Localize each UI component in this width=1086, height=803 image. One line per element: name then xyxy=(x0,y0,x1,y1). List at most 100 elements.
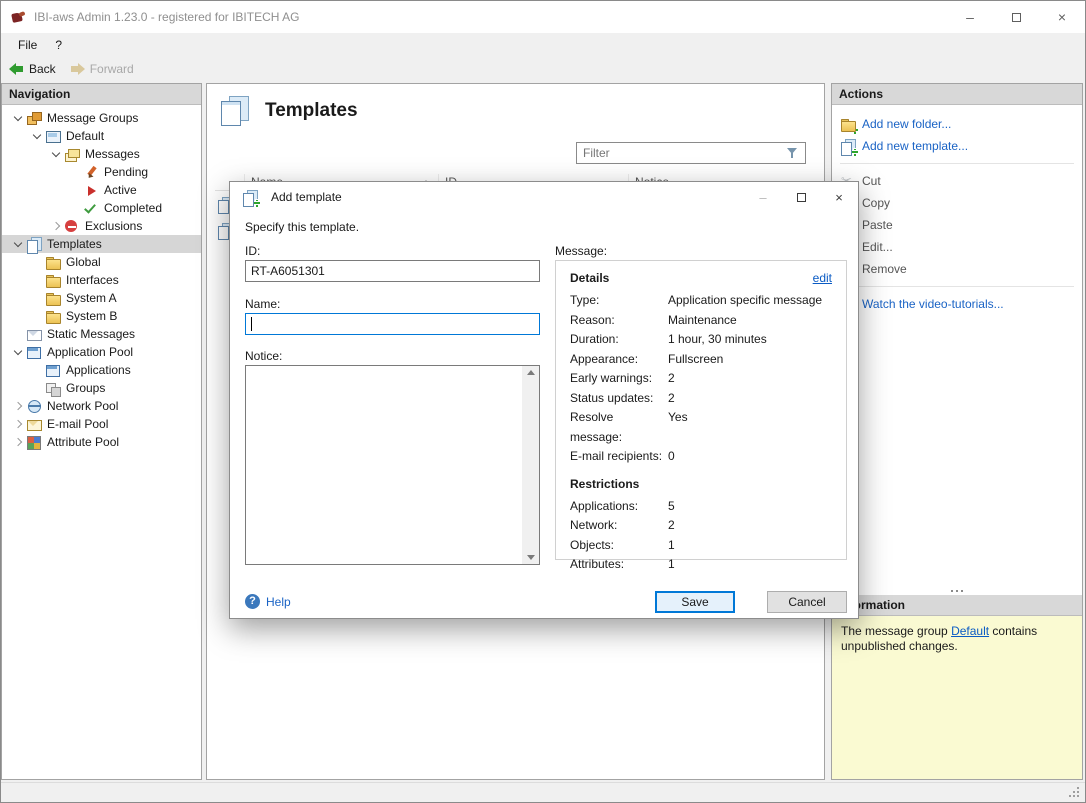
chevron-placeholder xyxy=(69,201,83,215)
tree-item-label: Default xyxy=(66,129,105,143)
action-add-new-template[interactable]: Add new template... xyxy=(832,135,1082,157)
back-label: Back xyxy=(29,62,56,76)
chevron-placeholder xyxy=(31,363,45,377)
tree-item-templates[interactable]: Templates xyxy=(2,235,201,254)
tree-item-groups[interactable]: Groups xyxy=(2,379,201,397)
tree-item-active[interactable]: Active xyxy=(2,181,201,199)
detail-row: Network: 2 xyxy=(570,518,675,532)
dialog-close-button[interactable]: × xyxy=(820,182,858,212)
chevron-right-icon[interactable] xyxy=(50,219,64,233)
chevron-down-icon[interactable] xyxy=(12,345,26,359)
chevron-right-icon[interactable] xyxy=(12,435,26,449)
dialog-title: Add template xyxy=(271,190,342,204)
filter-input[interactable] xyxy=(577,146,786,160)
tree-item-label: Completed xyxy=(104,201,163,215)
resize-grip[interactable] xyxy=(1069,787,1081,799)
save-button[interactable]: Save xyxy=(655,591,735,613)
message-details-panel: Details edit Type: Application specific m… xyxy=(555,260,847,571)
minimize-button[interactable]: – xyxy=(947,1,993,33)
tree-item-label: Application Pool xyxy=(47,345,134,359)
action-add-new-folder[interactable]: Add new folder... xyxy=(832,113,1082,135)
add-folder-icon xyxy=(840,117,858,134)
scroll-down-icon[interactable] xyxy=(526,555,535,560)
tree-item-static-messages[interactable]: Static Messages xyxy=(2,325,201,343)
tree-item-label: Applications xyxy=(66,363,131,377)
action-label: Edit... xyxy=(862,240,893,254)
actions-header: Actions xyxy=(832,84,1082,105)
tree-item-network-pool[interactable]: Network Pool xyxy=(2,397,201,415)
tree-item-default[interactable]: Default xyxy=(2,127,201,145)
exclusions-icon xyxy=(64,219,80,234)
folder-icon xyxy=(45,273,61,288)
toolbar: Back Forward xyxy=(1,56,1085,82)
action-label: Copy xyxy=(862,196,891,210)
detail-row: Type: Application specific message xyxy=(570,293,823,307)
chevron-down-icon[interactable] xyxy=(12,111,26,125)
tree-item-system-b[interactable]: System B xyxy=(2,307,201,325)
default-group-link[interactable]: Default xyxy=(951,624,989,638)
scroll-up-icon[interactable] xyxy=(526,370,535,375)
message-label: Message: xyxy=(555,244,608,258)
message-groups-icon xyxy=(26,111,42,126)
tree-item-global[interactable]: Global xyxy=(2,253,201,271)
add-template-dialog: Add template – × Specify this template. … xyxy=(229,181,859,619)
splitter-grip-icon xyxy=(956,590,958,592)
detail-row: Applications: 5 xyxy=(570,498,675,513)
template-icon xyxy=(26,236,42,254)
chevron-down-icon[interactable] xyxy=(12,237,26,251)
help-label: Help xyxy=(266,594,291,609)
help-button[interactable]: ? Help xyxy=(245,594,291,609)
tree-item-applications[interactable]: Applications xyxy=(2,361,201,379)
tree-item-exclusions[interactable]: Exclusions xyxy=(2,217,201,235)
name-input[interactable] xyxy=(245,313,540,335)
tree-item-message-groups[interactable]: Message Groups xyxy=(2,109,201,127)
back-button[interactable]: Back xyxy=(9,62,56,76)
tree-item-attribute-pool[interactable]: Attribute Pool xyxy=(2,433,201,451)
chevron-down-icon[interactable] xyxy=(31,129,45,143)
action-cut[interactable]: Cut xyxy=(832,170,1082,192)
edit-message-link[interactable]: edit xyxy=(813,271,832,285)
chevron-down-icon[interactable] xyxy=(50,147,64,161)
dialog-maximize-button[interactable] xyxy=(782,182,820,212)
notice-scrollbar[interactable] xyxy=(522,366,539,564)
filter-funnel-icon[interactable] xyxy=(786,146,800,160)
action-edit[interactable]: Edit... xyxy=(832,236,1082,258)
forward-button[interactable]: Forward xyxy=(70,62,134,76)
panel-splitter[interactable] xyxy=(832,587,1082,595)
templates-page-icon xyxy=(221,96,249,126)
name-label: Name: xyxy=(245,297,281,311)
notice-textarea[interactable] xyxy=(245,365,540,565)
dialog-minimize-button[interactable]: – xyxy=(744,182,782,212)
app-icon xyxy=(11,11,26,24)
chevron-placeholder xyxy=(12,327,26,341)
tree-item-pending[interactable]: Pending xyxy=(2,163,201,181)
email-pool-icon xyxy=(26,417,42,432)
menu-help[interactable]: ? xyxy=(46,35,71,55)
action-paste[interactable]: Paste xyxy=(832,214,1082,236)
forward-arrow-icon xyxy=(70,63,85,75)
action-label: Cut xyxy=(862,174,881,188)
add-template-icon xyxy=(840,138,858,156)
tree-item-application-pool[interactable]: Application Pool xyxy=(2,343,201,361)
tree-item-system-a[interactable]: System A xyxy=(2,289,201,307)
detail-row: E-mail recipients: 0 xyxy=(570,449,675,463)
tree-item-interfaces[interactable]: Interfaces xyxy=(2,271,201,289)
chevron-right-icon[interactable] xyxy=(12,417,26,431)
detail-row: Early warnings: 2 xyxy=(570,371,675,385)
cancel-button[interactable]: Cancel xyxy=(767,591,847,613)
groups-icon xyxy=(45,381,61,397)
tree-item-completed[interactable]: Completed xyxy=(2,199,201,217)
id-input[interactable] xyxy=(245,260,540,282)
action-copy[interactable]: Copy xyxy=(832,192,1082,214)
pending-icon xyxy=(83,165,99,180)
tree-item-email-pool[interactable]: E-mail Pool xyxy=(2,415,201,433)
close-button[interactable]: × xyxy=(1039,1,1085,33)
right-column: Actions Add new folder... Add new templa… xyxy=(831,83,1083,780)
action-remove[interactable]: Remove xyxy=(832,258,1082,280)
tree-item-messages[interactable]: Messages xyxy=(2,145,201,163)
chevron-right-icon[interactable] xyxy=(12,399,26,413)
maximize-button[interactable] xyxy=(993,1,1039,33)
action-watch-video-tutorials[interactable]: Watch the video-tutorials... xyxy=(832,293,1082,315)
network-pool-icon xyxy=(26,399,42,414)
menu-file[interactable]: File xyxy=(9,35,46,55)
